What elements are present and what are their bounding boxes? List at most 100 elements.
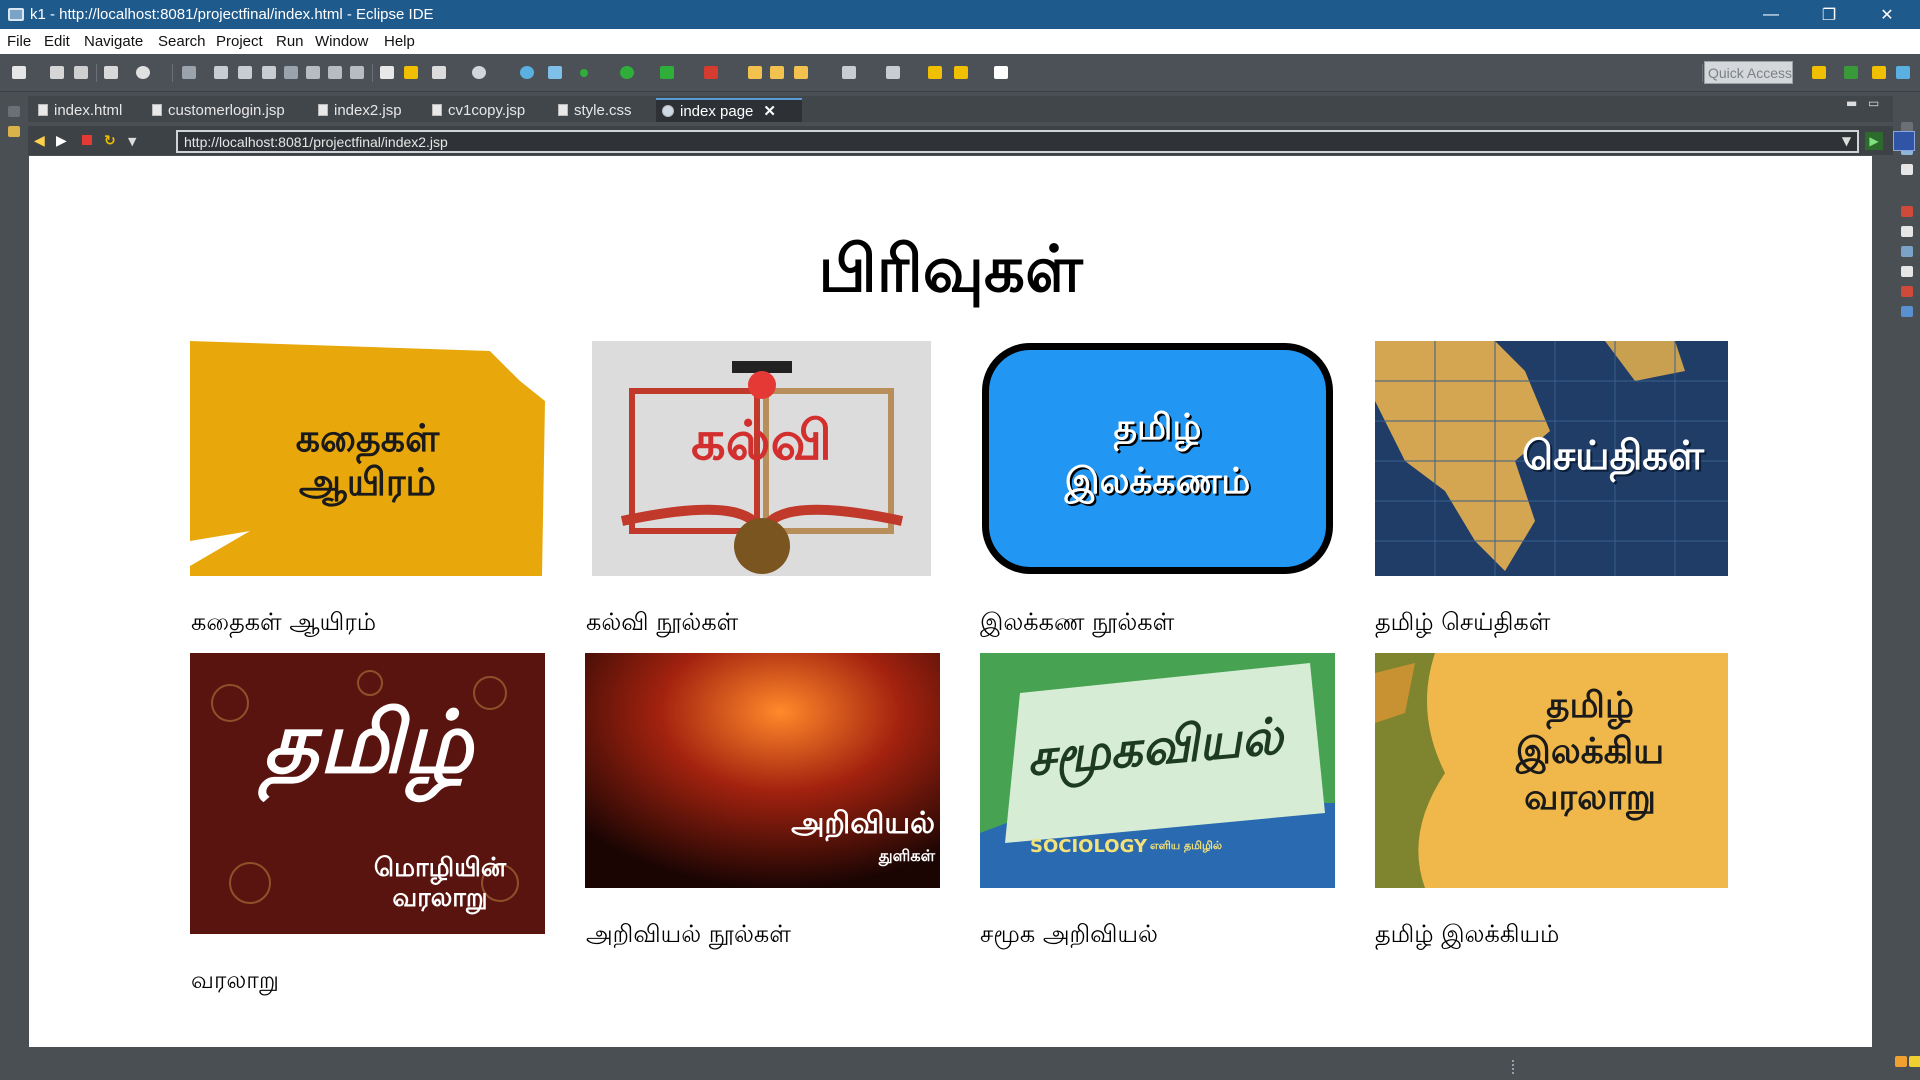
- category-image-education[interactable]: கல்வி: [592, 341, 931, 576]
- new-server-icon[interactable]: [432, 66, 446, 79]
- minimized-view-icon[interactable]: [8, 106, 20, 117]
- last-edit-icon[interactable]: [928, 66, 942, 79]
- run-dot-icon[interactable]: [580, 69, 588, 77]
- snippets-icon[interactable]: [1901, 286, 1913, 297]
- servers-icon[interactable]: [1901, 246, 1913, 257]
- resume-icon[interactable]: [214, 66, 228, 79]
- tab-label: style.css: [574, 101, 632, 119]
- forward-icon[interactable]: [994, 66, 1008, 79]
- open-console-icon[interactable]: [380, 66, 394, 79]
- thumb-line: தமிழ்: [1546, 685, 1634, 726]
- open-perspective-icon[interactable]: [1812, 66, 1826, 79]
- category-label-stories[interactable]: கதைகள் ஆயிரம்: [191, 608, 376, 639]
- tab-customerlogin-jsp[interactable]: customerlogin.jsp: [146, 98, 291, 122]
- category-image-literature[interactable]: தமிழ் இலக்கிய வரலாறு: [1375, 653, 1728, 888]
- menu-project[interactable]: Project: [216, 33, 263, 50]
- web-perspective-icon[interactable]: [1896, 66, 1910, 79]
- category-label-history[interactable]: வரலாறு: [191, 966, 279, 997]
- globe-icon[interactable]: [520, 66, 534, 79]
- web-icon[interactable]: [472, 66, 486, 79]
- go-button[interactable]: ▶: [1865, 132, 1883, 150]
- launch-icon[interactable]: [404, 66, 418, 79]
- thumb-line: அறிவியல்: [791, 806, 935, 841]
- category-image-news[interactable]: செய்திகள்: [1375, 341, 1728, 576]
- category-label-news[interactable]: தமிழ் செய்திகள்: [1375, 608, 1550, 639]
- category-image-grammar[interactable]: தமிழ் இலக்கணம்: [980, 341, 1335, 576]
- main-toolbar: [0, 54, 1920, 92]
- properties-icon[interactable]: [1901, 226, 1913, 237]
- save-icon[interactable]: [50, 66, 64, 79]
- category-label-social-science[interactable]: சமூக அறிவியல்: [980, 920, 1158, 951]
- debug-icon[interactable]: [660, 66, 674, 79]
- category-image-history[interactable]: தமிழ் மொழியின் வரலாறு: [190, 653, 545, 934]
- tip-icon[interactable]: [1909, 1056, 1920, 1067]
- menu-search[interactable]: Search: [158, 33, 206, 50]
- left-trim-bar: [0, 92, 28, 1047]
- step-into-icon[interactable]: [306, 66, 320, 79]
- refresh-icon[interactable]: ↻: [104, 133, 116, 149]
- menu-edit[interactable]: Edit: [44, 33, 70, 50]
- tab-style-css[interactable]: style.css: [552, 98, 638, 122]
- category-label-literature[interactable]: தமிழ் இலக்கியம்: [1375, 920, 1559, 951]
- disconnect-icon[interactable]: [284, 66, 298, 79]
- step-over-icon[interactable]: [328, 66, 342, 79]
- rss-icon[interactable]: [1895, 1056, 1907, 1067]
- debug-perspective-icon[interactable]: [1872, 66, 1886, 79]
- minimize-editor-icon[interactable]: ▬: [1846, 96, 1857, 110]
- category-label-science[interactable]: அறிவியல் நூல்கள்: [586, 920, 791, 951]
- annotation-icon[interactable]: [842, 66, 856, 79]
- menu-window[interactable]: Window: [315, 33, 368, 50]
- thumb-line: ஆயிரம்: [298, 460, 437, 504]
- task-list-icon[interactable]: [1901, 164, 1913, 175]
- suspend-icon[interactable]: [238, 66, 252, 79]
- url-history-dropdown[interactable]: ▼: [1834, 130, 1859, 153]
- tab-index-html[interactable]: index.html: [32, 98, 128, 122]
- url-input[interactable]: http://localhost:8081/projectfinal/index…: [176, 130, 1859, 153]
- print-icon[interactable]: [104, 66, 118, 79]
- stop-icon[interactable]: [82, 135, 92, 145]
- category-image-science[interactable]: அறிவியல் துளிகள்: [585, 653, 940, 888]
- close-tab-icon[interactable]: ✕: [763, 102, 776, 120]
- menu-file[interactable]: File: [7, 33, 31, 50]
- category-label-grammar[interactable]: இலக்கண நூல்கள்: [980, 608, 1174, 639]
- tab-cv1copy-jsp[interactable]: cv1copy.jsp: [426, 98, 531, 122]
- markers-icon[interactable]: [1901, 206, 1913, 217]
- pencil-icon[interactable]: [794, 66, 808, 79]
- new-icon[interactable]: [12, 66, 26, 79]
- external-tools-icon[interactable]: [704, 66, 718, 79]
- open-folder-icon[interactable]: [748, 66, 762, 79]
- tab-index2-jsp[interactable]: index2.jsp: [312, 98, 408, 122]
- restore-button[interactable]: ❐: [1802, 0, 1856, 29]
- menu-help[interactable]: Help: [384, 33, 415, 50]
- maximize-editor-icon[interactable]: ▭: [1868, 96, 1879, 110]
- category-image-stories[interactable]: கதைகள் ஆயிரம்: [190, 341, 545, 576]
- skip-breakpoints-icon[interactable]: [182, 66, 196, 79]
- back-icon[interactable]: [954, 66, 968, 79]
- menu-run[interactable]: Run: [276, 33, 304, 50]
- chevron-down-icon[interactable]: ▼: [128, 135, 136, 148]
- open-type-icon[interactable]: [770, 66, 784, 79]
- back-icon[interactable]: ◀: [34, 133, 45, 149]
- close-window-button[interactable]: ✕: [1860, 0, 1914, 29]
- data-source-icon[interactable]: [1901, 266, 1913, 277]
- run-icon[interactable]: [620, 66, 634, 79]
- category-label-education[interactable]: கல்வி நூல்கள்: [586, 608, 738, 639]
- thumb-line: துளிகள்: [878, 846, 935, 865]
- menu-navigate[interactable]: Navigate: [84, 33, 143, 50]
- external-browser-icon[interactable]: [1893, 131, 1915, 151]
- debug-target-icon[interactable]: [136, 66, 150, 79]
- project-explorer-icon[interactable]: [8, 126, 20, 137]
- tab-index-page[interactable]: index page ✕: [656, 98, 802, 122]
- forward-icon[interactable]: ▶: [56, 133, 67, 149]
- pin-icon[interactable]: [886, 66, 900, 79]
- quick-access-input[interactable]: Quick Access: [1704, 61, 1793, 84]
- console-icon[interactable]: [1901, 306, 1913, 317]
- minimize-button[interactable]: —: [1744, 0, 1798, 29]
- browser-icon[interactable]: [548, 66, 562, 79]
- step-return-icon[interactable]: [350, 66, 364, 79]
- javaee-perspective-icon[interactable]: [1844, 66, 1858, 79]
- save-all-icon[interactable]: [74, 66, 88, 79]
- category-image-social-science[interactable]: சமூகவியல் SOCIOLOGY எளிய தமிழில்: [980, 653, 1335, 888]
- thumb-line: மொழியின்: [373, 853, 507, 883]
- terminate-icon[interactable]: [262, 66, 276, 79]
